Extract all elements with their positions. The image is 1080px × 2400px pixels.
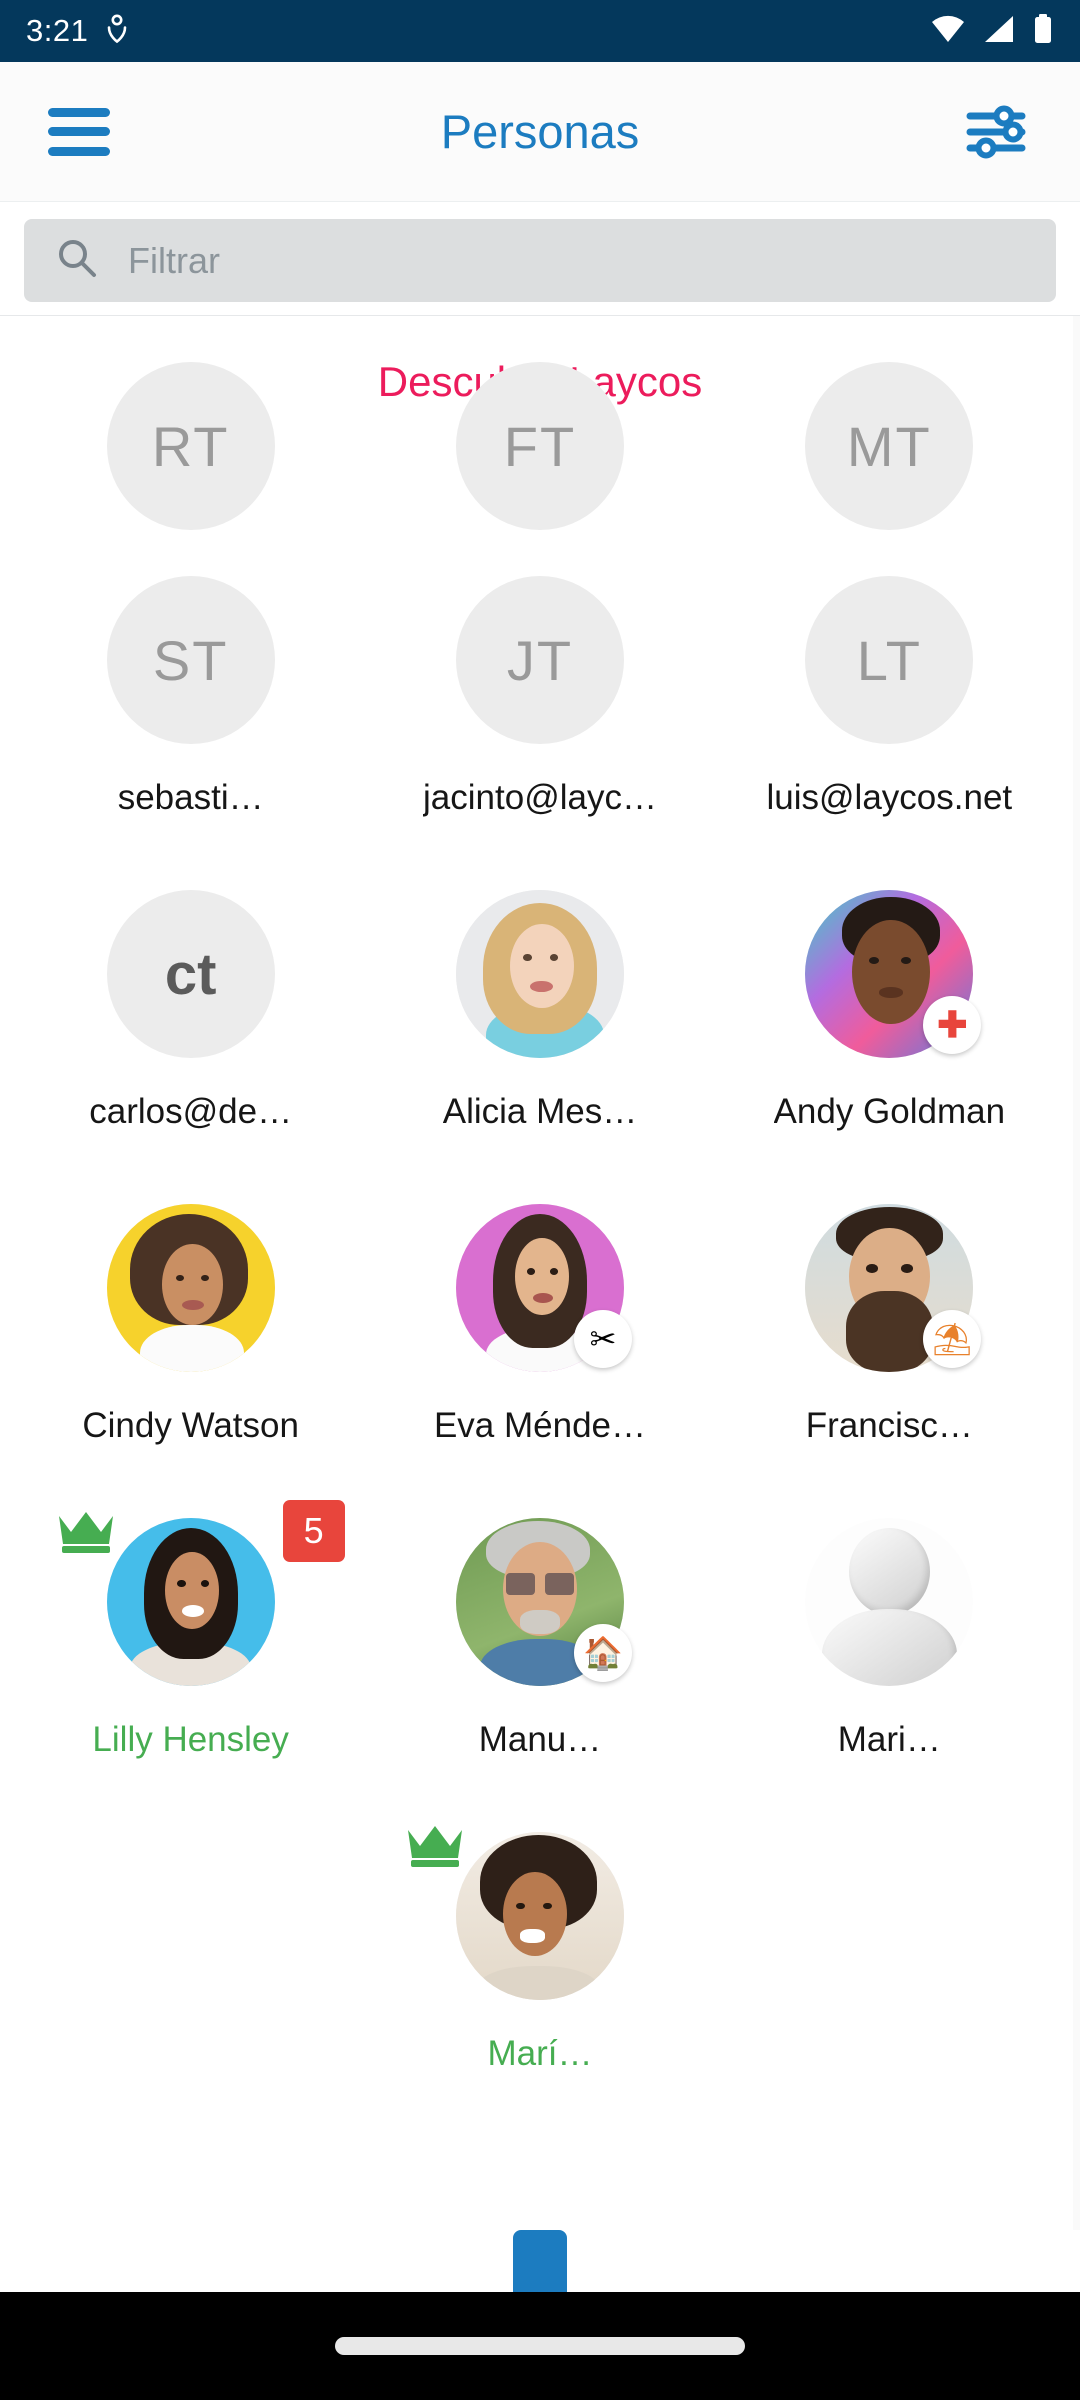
avatar	[805, 1518, 974, 1686]
person-name: Eva Ménde…	[433, 1406, 647, 1445]
avatar	[106, 1518, 275, 1686]
avatar-initials: ST	[152, 628, 229, 692]
person-name: Cindy Watson	[82, 1406, 299, 1445]
avatar-wrap	[407, 1826, 624, 2000]
person-cell[interactable]: Cindy Watson	[16, 1162, 365, 1476]
avatar	[106, 1204, 275, 1372]
avatar: FT	[455, 362, 624, 530]
hamburger-menu-icon[interactable]	[48, 107, 110, 156]
status-bar: 3:21	[0, 0, 1080, 62]
person-cell[interactable]: ✚ Andy Goldman	[715, 848, 1064, 1162]
avatar-wrap: ✚	[805, 890, 982, 1058]
status-bar-left: 3:21	[26, 13, 128, 49]
unread-count-badge: 5	[282, 1500, 345, 1562]
person-name: Alicia Mes…	[442, 1092, 638, 1131]
person-cell[interactable]: RT ricardo@layc…	[16, 320, 365, 534]
person-cell[interactable]: Alicia Mes…	[365, 848, 714, 1162]
search-bar-container: Filtrar	[0, 203, 1080, 316]
people-list-scroll-area[interactable]: Descubre Laycos RT ricardo@layc… FT feli…	[0, 316, 1080, 2280]
avatar	[455, 890, 624, 1058]
status-time: 3:21	[26, 13, 89, 48]
person-name: Francisc…	[805, 1406, 973, 1445]
avatar-photo-woman-blue	[106, 1518, 275, 1686]
avatar-initials: RT	[151, 414, 230, 478]
avatar-photo-curly-woman-yellow	[106, 1204, 275, 1372]
app-bar: Personas	[0, 62, 1080, 202]
status-bar-right	[930, 13, 1054, 50]
avatar-wrap	[106, 1204, 275, 1372]
person-cell-spacer	[16, 1790, 365, 2104]
person-cell[interactable]: Marí…	[365, 1790, 714, 2104]
person-name: Manu…	[478, 1720, 602, 1759]
person-name: Andy Goldman	[773, 1092, 1006, 1131]
avatar-photo-curly-woman-earphones	[455, 1832, 624, 2000]
page-title: Personas	[440, 105, 640, 158]
system-navigation-bar	[0, 2292, 1080, 2400]
avatar-wrap: 🏠	[455, 1518, 632, 1686]
avatar	[455, 1832, 624, 2000]
red-cross-badge: ✚	[923, 996, 982, 1054]
person-cell[interactable]: 5 Lilly Hensley	[16, 1476, 365, 1790]
avatar-wrap: 5	[58, 1500, 345, 1686]
avatar-wrap: ST	[106, 576, 275, 744]
avatar-wrap: JT	[455, 576, 624, 744]
avatar-wrap	[455, 890, 624, 1058]
person-cell[interactable]: ST sebasti…	[16, 534, 365, 848]
person-cell[interactable]: MT marc…	[715, 320, 1064, 534]
person-cell[interactable]: ct carlos@de…	[16, 848, 365, 1162]
sliders-filter-icon[interactable]	[960, 96, 1032, 168]
scissors-badge: ✂	[573, 1310, 632, 1368]
avatar-wrap	[805, 1518, 974, 1686]
avatar-wrap: MT	[805, 362, 974, 530]
avatar-wrap: RT	[106, 362, 275, 530]
search-input[interactable]: Filtrar	[24, 219, 1056, 302]
avatar: JT	[455, 576, 624, 744]
avatar-initials: LT	[856, 628, 922, 692]
search-icon	[56, 237, 98, 284]
avatar-initials: JT	[506, 628, 574, 692]
person-name: luis@laycos.net	[766, 778, 1013, 817]
person-cell[interactable]: JT jacinto@layc…	[365, 534, 714, 848]
beach-umbrella-badge: ⛱	[923, 1310, 982, 1368]
avatar: ct	[106, 890, 275, 1058]
avatar-wrap: ⛱	[805, 1204, 982, 1372]
app-screen: 3:21 Personas Filtrar Descubre Laycos RT…	[0, 0, 1080, 2400]
avatar-wrap: ✂	[455, 1204, 632, 1372]
person-cell[interactable]: LT luis@laycos.net	[715, 534, 1064, 848]
avatar-initials: MT	[846, 414, 932, 478]
person-cell[interactable]: FT felipe@layc…	[365, 320, 714, 534]
avatar-initials: ct	[164, 941, 217, 1007]
person-name: sebasti…	[117, 778, 264, 817]
location-icon	[106, 14, 128, 49]
person-name: Lilly Hensley	[92, 1720, 289, 1759]
avatar: ST	[106, 576, 275, 744]
person-name: Marí…	[487, 2034, 593, 2073]
person-cell[interactable]: ⛱ Francisc…	[715, 1162, 1064, 1476]
avatar-initials: FT	[503, 414, 577, 478]
avatar-wrap: LT	[805, 576, 974, 744]
avatar-default-silhouette-icon	[805, 1518, 974, 1686]
avatar: LT	[805, 576, 974, 744]
avatar: RT	[106, 362, 275, 530]
avatar-wrap: FT	[455, 362, 624, 530]
battery-icon	[1032, 13, 1054, 50]
person-name: jacinto@layc…	[423, 778, 657, 817]
person-cell[interactable]: ✂ Eva Ménde…	[365, 1162, 714, 1476]
scrollbar[interactable]	[1073, 316, 1080, 2280]
home-gesture-pill[interactable]	[335, 2337, 745, 2355]
person-cell[interactable]: Mari…	[715, 1476, 1064, 1790]
cellular-signal-icon	[983, 14, 1015, 49]
wifi-icon	[930, 14, 966, 49]
avatar-wrap: ct	[106, 890, 275, 1058]
person-cell[interactable]: 🏠 Manu…	[365, 1476, 714, 1790]
people-grid: RT ricardo@layc… FT felipe@layc… MT	[0, 362, 1080, 2104]
person-name: carlos@de…	[89, 1092, 293, 1131]
person-cell-spacer	[715, 1790, 1064, 2104]
avatar-photo-blonde-woman	[455, 890, 624, 1058]
house-badge: 🏠	[573, 1624, 632, 1682]
person-name: Mari…	[837, 1720, 941, 1759]
avatar: MT	[805, 362, 974, 530]
search-placeholder: Filtrar	[128, 239, 220, 281]
